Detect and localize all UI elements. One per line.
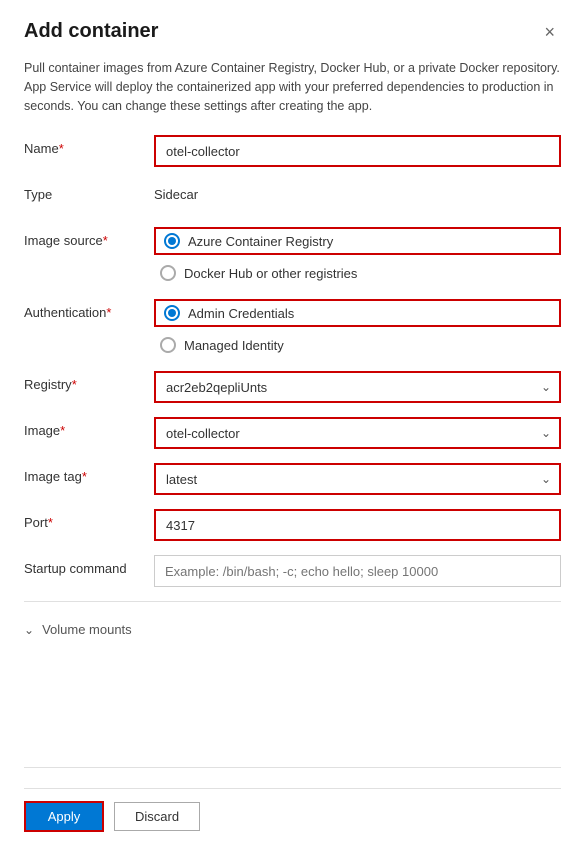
image-tag-select-wrapper: latest ⌄ (154, 463, 561, 495)
volume-mounts-label: Volume mounts (42, 622, 132, 637)
dialog-title: Add container (24, 20, 158, 43)
port-label: Port* (24, 509, 154, 530)
authentication-managed-label: Managed Identity (184, 338, 284, 353)
image-label: Image* (24, 417, 154, 438)
image-select[interactable]: otel-collector (154, 417, 561, 449)
image-source-label: Image source* (24, 227, 154, 248)
startup-row: Startup command (24, 555, 561, 587)
type-value: Sidecar (154, 181, 561, 202)
add-container-dialog: Add container × Pull container images fr… (0, 0, 585, 852)
registry-select-wrapper: acr2eb2qepliUnts ⌄ (154, 371, 561, 403)
footer-divider (24, 767, 561, 768)
port-row: Port* (24, 509, 561, 541)
image-source-dockerhub-radio[interactable] (160, 265, 176, 281)
image-tag-control-area: latest ⌄ (154, 463, 561, 495)
type-row: Type Sidecar (24, 181, 561, 213)
name-row: Name* (24, 135, 561, 167)
image-source-acr-label: Azure Container Registry (188, 234, 333, 249)
startup-control-area (154, 555, 561, 587)
image-select-wrapper: otel-collector ⌄ (154, 417, 561, 449)
apply-button[interactable]: Apply (24, 801, 104, 832)
registry-select[interactable]: acr2eb2qepliUnts (154, 371, 561, 403)
name-label: Name* (24, 135, 154, 156)
startup-input[interactable] (154, 555, 561, 587)
name-input[interactable] (154, 135, 561, 167)
image-source-acr-option[interactable]: Azure Container Registry (154, 227, 561, 255)
image-tag-row: Image tag* latest ⌄ (24, 463, 561, 495)
registry-label: Registry* (24, 371, 154, 392)
type-label: Type (24, 181, 154, 202)
footer: Apply Discard (24, 788, 561, 832)
type-control-area: Sidecar (154, 181, 561, 202)
image-tag-select[interactable]: latest (154, 463, 561, 495)
name-control-area (154, 135, 561, 167)
image-source-acr-radio[interactable] (164, 233, 180, 249)
image-source-dockerhub-option[interactable]: Docker Hub or other registries (154, 261, 561, 285)
startup-label: Startup command (24, 555, 154, 576)
registry-row: Registry* acr2eb2qepliUnts ⌄ (24, 371, 561, 403)
registry-control-area: acr2eb2qepliUnts ⌄ (154, 371, 561, 403)
authentication-admin-radio[interactable] (164, 305, 180, 321)
image-control-area: otel-collector ⌄ (154, 417, 561, 449)
form-body: Name* Type Sidecar Image source* Az (24, 135, 561, 755)
authentication-label: Authentication* (24, 299, 154, 320)
image-tag-label: Image tag* (24, 463, 154, 484)
authentication-admin-option[interactable]: Admin Credentials (154, 299, 561, 327)
image-source-control-area: Azure Container Registry Docker Hub or o… (154, 227, 561, 285)
close-button[interactable]: × (538, 21, 561, 43)
authentication-admin-label: Admin Credentials (188, 306, 294, 321)
image-row: Image* otel-collector ⌄ (24, 417, 561, 449)
authentication-managed-option[interactable]: Managed Identity (154, 333, 561, 357)
authentication-row: Authentication* Admin Credentials Manage… (24, 299, 561, 357)
authentication-managed-radio[interactable] (160, 337, 176, 353)
port-input[interactable] (154, 509, 561, 541)
discard-button[interactable]: Discard (114, 802, 200, 831)
volume-mounts-row[interactable]: ⌄ Volume mounts (24, 614, 561, 645)
volume-mounts-chevron-icon: ⌄ (24, 623, 34, 637)
port-control-area (154, 509, 561, 541)
image-source-dockerhub-label: Docker Hub or other registries (184, 266, 357, 281)
dialog-description: Pull container images from Azure Contain… (24, 59, 561, 115)
divider (24, 601, 561, 602)
authentication-control-area: Admin Credentials Managed Identity (154, 299, 561, 357)
image-source-row: Image source* Azure Container Registry D… (24, 227, 561, 285)
dialog-header: Add container × (24, 20, 561, 43)
